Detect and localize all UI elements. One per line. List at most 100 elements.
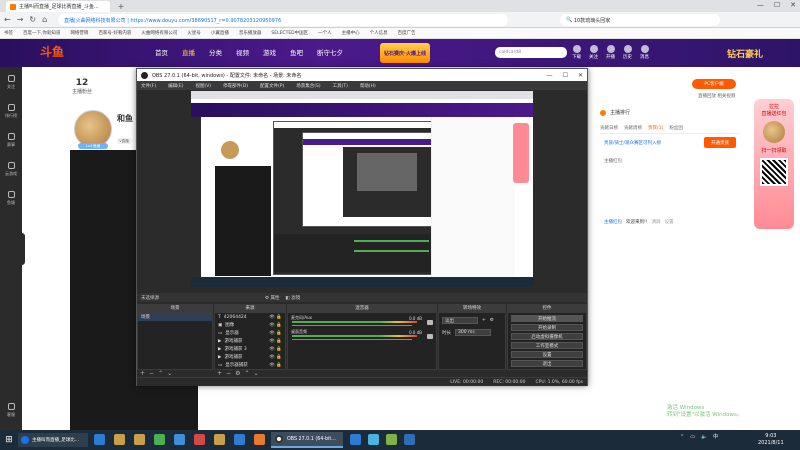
mixer-volume-slider[interactable]	[292, 325, 412, 326]
back-icon[interactable]: ←	[4, 15, 11, 24]
bookmark-item[interactable]: 火曲网络有限公司	[141, 30, 177, 36]
streamer-name[interactable]: 和鱼	[117, 113, 133, 124]
sidebar-item[interactable]: 赛事	[0, 133, 22, 148]
douyu-logo[interactable]: 斗鱼	[40, 43, 64, 60]
scene-up-icon[interactable]: ⌃	[158, 370, 163, 377]
bookmark-item[interactable]: 音乐播放器	[239, 30, 262, 36]
bookmark-item[interactable]: 火星号	[187, 30, 201, 36]
site-nav-item[interactable]: 视频	[236, 47, 249, 57]
source-up-icon[interactable]: ⌃	[244, 370, 249, 377]
taskbar-clock[interactable]: 9:03 2021/8/11	[758, 433, 784, 447]
bookmark-item[interactable]: 百家号·好看内容	[98, 30, 131, 36]
pc-client-button[interactable]: PC客户端	[692, 79, 736, 89]
transition-settings-icon[interactable]: ⚙	[490, 318, 494, 323]
sidebar-collapse-handle[interactable]	[19, 233, 25, 265]
home-icon[interactable]: ⌂	[42, 15, 47, 24]
noble-rank-note[interactable]: 贵族/骑士/观众赛区可列入榜	[604, 140, 661, 146]
site-nav-item[interactable]: 游戏	[263, 47, 276, 57]
obs-menu-item[interactable]: 视图(V)	[195, 83, 211, 89]
obs-control-button[interactable]: 启动虚拟摄像机	[511, 333, 583, 340]
visibility-eye-icon[interactable]: 👁 🔒	[269, 363, 282, 368]
speaker-icon[interactable]	[427, 320, 433, 325]
new-tab-button[interactable]: +	[116, 1, 126, 11]
taskbar-app-icon-6[interactable]	[194, 434, 205, 445]
obs-title-bar[interactable]: OBS 27.0.1 (64-bit, windows) - 配置文件: 未命名…	[137, 69, 587, 81]
site-nav-item[interactable]: 直播	[182, 47, 195, 57]
bookmark-item[interactable]: 网络营销	[70, 30, 88, 36]
bookmark-item[interactable]: SELECTED中国区	[271, 30, 308, 36]
bookmark-item[interactable]: 百度广告	[398, 30, 416, 36]
taskbar-app-icon-5[interactable]	[174, 434, 185, 445]
taskbar-browser-item[interactable]: 主播叫而直播_足球比...	[18, 433, 88, 447]
site-nav-item[interactable]: 断守七夕	[317, 47, 343, 57]
rank-tab[interactable]: 贡献周榜	[624, 125, 642, 131]
obs-maximize-icon[interactable]: ☐	[563, 72, 568, 79]
address-bar[interactable]: 直播|火曲网络科技有限公司 | https://www.douyu.com/38…	[58, 14, 508, 26]
source-settings-icon[interactable]: ⚙	[235, 370, 240, 377]
chat-user[interactable]: 主播红包	[604, 219, 622, 225]
rank-tab[interactable]: 贡献日榜	[600, 125, 618, 131]
properties-button[interactable]: ⚙ 属性	[265, 295, 279, 301]
obs-preview[interactable]	[191, 91, 533, 287]
right-banner[interactable]: 钻石豪礼	[700, 42, 790, 65]
obs-menu-item[interactable]: 配置文件(P)	[260, 83, 284, 89]
taskbar-app-icon-9[interactable]	[254, 434, 265, 445]
minimize-icon[interactable]: —	[757, 1, 764, 9]
site-search-input[interactable]: coldcard8	[495, 47, 567, 58]
scene-down-icon[interactable]: ⌄	[167, 370, 172, 377]
taskbar-app-icon-10[interactable]	[350, 434, 361, 445]
transition-type-select[interactable]: 淡出	[442, 317, 478, 324]
source-item[interactable]: ▶ 游戏捕获 👁 🔒	[215, 353, 285, 361]
obs-menu-item[interactable]: 工具(T)	[333, 83, 348, 89]
remove-source-icon[interactable]: −	[226, 370, 231, 377]
obs-control-button[interactable]: 设置	[511, 351, 583, 358]
taskbar-app-icon-3[interactable]	[134, 434, 145, 445]
visibility-eye-icon[interactable]: 👁 🔒	[269, 315, 282, 320]
chat-clear-button[interactable]: 清屏	[652, 219, 661, 225]
sidebar-item[interactable]: 云游戏	[0, 162, 22, 177]
mixer-volume-slider[interactable]	[292, 339, 412, 340]
obs-menu-item[interactable]: 编辑(E)	[168, 83, 183, 89]
sidebar-item[interactable]: 客服	[0, 403, 22, 418]
reload-icon[interactable]: ↻	[29, 15, 36, 24]
taskbar-app-icon-13[interactable]	[404, 434, 415, 445]
sidebar-item[interactable]: 排行榜	[0, 104, 22, 119]
site-nav-item[interactable]: 分类	[209, 47, 222, 57]
source-down-icon[interactable]: ⌄	[253, 370, 258, 377]
obs-control-button[interactable]: 退出	[511, 360, 583, 367]
taskbar-app-icon-8[interactable]	[234, 434, 245, 445]
speaker-icon[interactable]	[427, 334, 433, 339]
source-item[interactable]: ▭ 显示器捕获 👁 🔒	[215, 361, 285, 369]
obs-close-icon[interactable]: ✕	[578, 72, 583, 79]
header-icon-item[interactable]: 关注	[589, 45, 598, 60]
taskbar-app-icon-4[interactable]	[154, 434, 165, 445]
add-scene-icon[interactable]: +	[140, 370, 145, 377]
maximize-icon[interactable]: ☐	[774, 1, 780, 9]
windows-start-icon[interactable]: ⊞	[4, 435, 14, 445]
visibility-eye-icon[interactable]: 👁 🔒	[269, 347, 282, 352]
volume-icon[interactable]: 🔈	[701, 434, 707, 440]
obs-menu-item[interactable]: 文件(F)	[141, 83, 156, 89]
live-replay-label[interactable]: 直播回放 相关视频	[698, 93, 735, 99]
transition-duration-input[interactable]: 300 ms	[455, 329, 491, 336]
bookmark-item[interactable]: 一个人	[318, 30, 332, 36]
add-source-icon[interactable]: +	[217, 370, 222, 377]
obs-menu-item[interactable]: 停靠部件(D)	[223, 83, 248, 89]
rank-tab[interactable]: 粉丝团	[669, 125, 683, 131]
header-icon-item[interactable]: 消息	[640, 45, 649, 60]
header-icon-item[interactable]: 下载	[572, 45, 581, 60]
bookmark-item[interactable]: 主播中心	[342, 30, 360, 36]
bookmark-item[interactable]: 个人信息	[370, 30, 388, 36]
taskbar-app-icon-11[interactable]	[368, 434, 379, 445]
chat-settings-button[interactable]: 设置	[665, 219, 674, 225]
obs-menu-item[interactable]: 帮助(H)	[360, 83, 376, 89]
source-item[interactable]: ▣ 图像 👁 🔒	[215, 321, 285, 329]
visibility-eye-icon[interactable]: 👁 🔒	[269, 331, 282, 336]
forward-icon[interactable]: →	[17, 15, 24, 24]
transition-add-icon[interactable]: +	[482, 318, 486, 323]
taskbar-app-icon-1[interactable]	[94, 434, 105, 445]
red-packet-widget[interactable]: 拉拉 直播送红包 扫一扫领取	[754, 99, 794, 229]
source-item[interactable]: ▶ 游戏捕获 👁 🔒	[215, 337, 285, 345]
tray-chevron-icon[interactable]: ⌃	[680, 434, 684, 440]
promo-banner[interactable]: 钻石赛庆·火爆上线	[380, 43, 430, 63]
